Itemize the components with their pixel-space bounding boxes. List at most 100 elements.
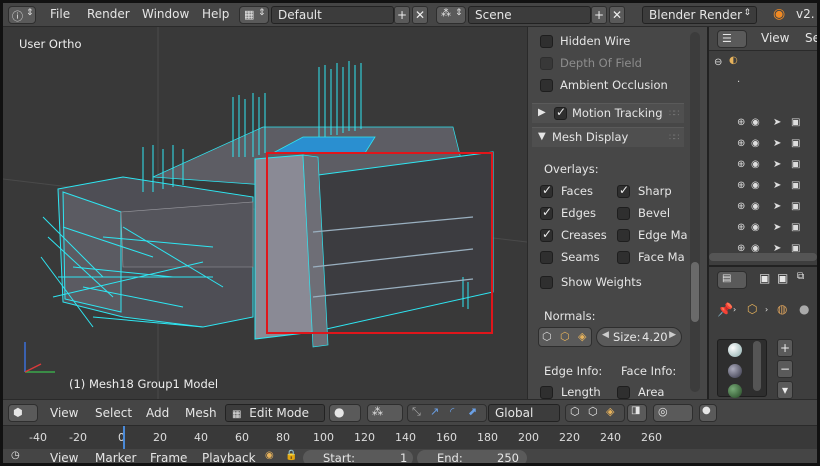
face-marks-checkbox[interactable] bbox=[617, 251, 630, 264]
rotate-icon[interactable]: ◜ bbox=[450, 405, 454, 418]
material-specials-button[interactable]: ▾ bbox=[777, 381, 793, 399]
3d-editor-type-button[interactable]: ⬢ bbox=[8, 404, 38, 422]
pin-icon[interactable]: 📌 bbox=[717, 303, 733, 318]
timeline-ruler[interactable]: -40 -20 0 20 40 60 80 100 120 140 160 18… bbox=[3, 425, 817, 450]
motion-tracking-checkbox[interactable] bbox=[554, 105, 567, 120]
proportional-editing-button[interactable]: ◎ bbox=[653, 404, 693, 422]
pin-toggle-icon[interactable]: ● bbox=[799, 302, 809, 316]
motion-tracking-panel-header[interactable]: ▶ Motion Tracking ∷∷ bbox=[532, 103, 684, 123]
info-editor-type-button[interactable]: ⓘ ⇕ bbox=[8, 6, 36, 24]
select-menu[interactable]: Select bbox=[95, 406, 132, 420]
increment-arrow-icon[interactable]: ▶ bbox=[669, 330, 676, 340]
outliner-view-menu[interactable]: View bbox=[761, 31, 789, 45]
screen-layout-icon-button[interactable]: ▦ ⇕ bbox=[239, 6, 269, 24]
edge-select-icon[interactable]: ⬡ bbox=[588, 405, 598, 418]
outliner-horizontal-scrollbar[interactable] bbox=[709, 253, 817, 261]
add-material-slot-button[interactable]: + bbox=[777, 339, 793, 357]
sharp-label: Sharp bbox=[638, 184, 672, 198]
scale-icon[interactable]: ⬈ bbox=[468, 405, 477, 418]
interaction-mode-dropdown[interactable]: ▦ Edit Mode bbox=[225, 404, 325, 422]
scrollbar-thumb[interactable] bbox=[691, 262, 699, 322]
record-icon[interactable]: ◉ bbox=[265, 450, 274, 461]
menu-help[interactable]: Help bbox=[202, 7, 229, 21]
camera-icon: ▣ bbox=[791, 138, 801, 149]
add-menu[interactable]: Add bbox=[146, 406, 169, 420]
material-list-scrollbar[interactable] bbox=[753, 341, 761, 391]
vertex-normal-icon[interactable]: ⬡ bbox=[542, 330, 552, 343]
split-normal-icon[interactable]: ⬡ bbox=[560, 330, 570, 343]
manipulator-buttons[interactable]: ⤡ ↗ ◜ ⬈ bbox=[407, 404, 487, 422]
ambient-occlusion-checkbox[interactable] bbox=[540, 79, 553, 92]
render-icon[interactable]: ▣ bbox=[759, 271, 770, 285]
edges-checkbox[interactable] bbox=[540, 205, 553, 220]
transform-orientation-dropdown[interactable]: Global bbox=[488, 404, 560, 422]
eye-icon: ◉ bbox=[751, 180, 760, 191]
render-engine-dropdown[interactable]: Blender Render ⇕ bbox=[642, 6, 757, 24]
menu-window[interactable]: Window bbox=[142, 7, 189, 21]
decrement-arrow-icon[interactable]: ◀ bbox=[602, 330, 609, 340]
timeline-frame-menu[interactable]: Frame bbox=[150, 451, 187, 463]
menu-file[interactable]: File bbox=[50, 7, 70, 21]
scene-dropdown[interactable]: Scene bbox=[468, 6, 591, 24]
3d-viewport[interactable]: User Ortho (1) Mesh18 Group1 Model bbox=[3, 27, 527, 399]
timeline-editor-type-icon[interactable]: ◷ bbox=[11, 450, 20, 461]
info-icon: ⓘ bbox=[12, 10, 23, 23]
translate-icon[interactable]: ↗ bbox=[430, 405, 439, 418]
hidden-wire-checkbox[interactable] bbox=[540, 35, 553, 48]
material-preview-sphere[interactable] bbox=[728, 364, 742, 378]
camera-icon[interactable]: ▣ bbox=[777, 271, 788, 285]
edge-marks-checkbox[interactable] bbox=[617, 229, 630, 242]
add-scene-button[interactable]: + bbox=[591, 6, 607, 24]
mesh-display-panel-header[interactable]: ▼ Mesh Display ∷∷ bbox=[532, 127, 684, 147]
select-mode-buttons[interactable]: ⬡ ⬡ ◈ bbox=[565, 404, 625, 422]
delete-scene-button[interactable]: ✕ bbox=[609, 6, 625, 24]
timeline-view-menu[interactable]: View bbox=[50, 451, 78, 463]
faces-checkbox[interactable] bbox=[540, 183, 553, 198]
add-screen-button[interactable]: + bbox=[394, 6, 410, 24]
faces-label: Faces bbox=[561, 184, 593, 198]
area-checkbox[interactable] bbox=[617, 386, 630, 399]
material-preview-sphere[interactable] bbox=[728, 384, 742, 398]
bevel-checkbox[interactable] bbox=[617, 207, 630, 220]
normal-size-field[interactable]: ◀ Size: 4.20 ▶ bbox=[596, 327, 682, 347]
viewport-shading-button[interactable]: ● bbox=[329, 404, 361, 422]
properties-scrollbar[interactable] bbox=[690, 32, 700, 392]
face-normal-icon[interactable]: ◈ bbox=[578, 330, 586, 343]
properties-editor-type-button[interactable]: ▤ bbox=[717, 271, 747, 289]
vertex-select-icon[interactable]: ⬡ bbox=[570, 405, 580, 418]
drag-grip-icon[interactable]: ∷∷ bbox=[669, 109, 680, 119]
outliner-editor-type-button[interactable]: ☰ bbox=[717, 30, 747, 48]
creases-checkbox[interactable] bbox=[540, 227, 553, 242]
limit-selection-button[interactable]: ◨ bbox=[627, 404, 647, 422]
sharp-checkbox[interactable] bbox=[617, 183, 630, 198]
remove-material-slot-button[interactable]: − bbox=[777, 360, 793, 378]
scene-icon-button[interactable]: ⁂ ⇕ bbox=[436, 6, 466, 24]
seams-label: Seams bbox=[561, 250, 600, 264]
material-preview-sphere[interactable] bbox=[728, 343, 742, 357]
start-frame-field[interactable]: Start: 1 bbox=[303, 450, 413, 463]
render-layers-icon[interactable]: ⧉ bbox=[797, 271, 804, 282]
delete-screen-button[interactable]: ✕ bbox=[412, 6, 428, 24]
lock-icon[interactable]: 🔒 bbox=[285, 450, 297, 461]
manipulator-toggle-icon[interactable]: ⤡ bbox=[412, 405, 421, 419]
current-frame-marker[interactable] bbox=[123, 426, 125, 450]
screen-layout-dropdown[interactable]: Default bbox=[271, 6, 394, 24]
mesh-display-label: Mesh Display bbox=[552, 130, 629, 144]
face-select-icon[interactable]: ◈ bbox=[606, 405, 614, 418]
timeline-marker-menu[interactable]: Marker bbox=[95, 451, 136, 463]
view-menu[interactable]: View bbox=[50, 406, 78, 420]
seams-checkbox[interactable] bbox=[540, 251, 553, 264]
menu-render[interactable]: Render bbox=[87, 7, 130, 21]
end-frame-field[interactable]: End: 250 bbox=[417, 450, 527, 463]
mesh-menu[interactable]: Mesh bbox=[185, 406, 217, 420]
drag-grip-icon[interactable]: ∷∷ bbox=[669, 133, 680, 143]
show-weights-checkbox[interactable] bbox=[540, 276, 553, 289]
normals-type-buttons[interactable]: ⬡ ⬡ ◈ bbox=[538, 327, 592, 347]
pivot-point-button[interactable]: ⁂ bbox=[367, 404, 403, 422]
length-checkbox[interactable] bbox=[540, 386, 553, 399]
collapse-toggle-icon[interactable]: ⊖ bbox=[714, 57, 722, 68]
snap-toggle-button[interactable]: ● bbox=[699, 404, 717, 422]
timeline-playback-menu[interactable]: Playback bbox=[202, 451, 256, 463]
depth-of-field-checkbox[interactable] bbox=[540, 57, 553, 70]
outliner-search-menu[interactable]: Se bbox=[805, 31, 820, 45]
